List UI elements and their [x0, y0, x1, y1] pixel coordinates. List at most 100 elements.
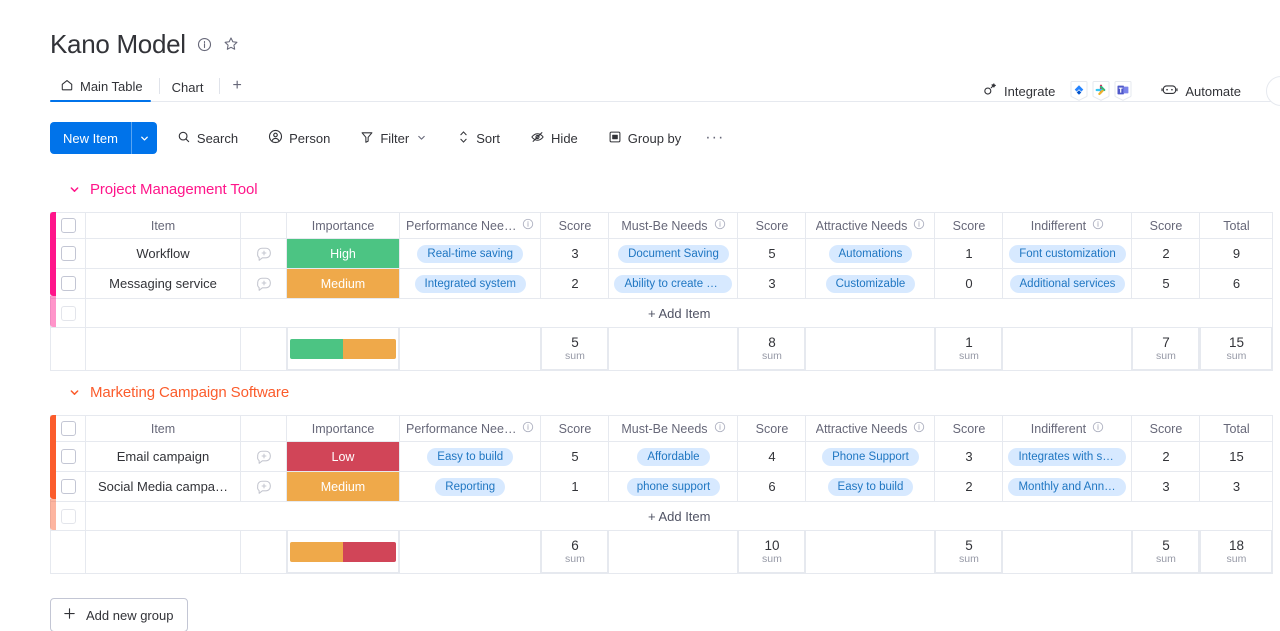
summary-score2[interactable]: 10 sum [737, 530, 807, 574]
more-options-button[interactable]: ··· [695, 127, 734, 149]
add-item-button[interactable]: + Add Item [84, 501, 1274, 531]
cell-item[interactable]: Messaging service [85, 268, 241, 299]
cell-score2[interactable]: 4 [737, 441, 807, 472]
summary-score1[interactable]: 5 sum [540, 327, 610, 371]
add-item-row[interactable]: + Add Item [50, 298, 1274, 328]
cell-item[interactable]: Social Media campa… [85, 471, 241, 502]
cell-importance[interactable]: Low [286, 441, 400, 472]
summary-score3[interactable]: 5 sum [934, 530, 1004, 574]
tab-chart[interactable]: Chart [162, 80, 218, 102]
cell-total[interactable]: 15 [1199, 441, 1274, 472]
cell-score2[interactable]: 6 [737, 471, 807, 502]
col-header-score2[interactable]: Score [737, 212, 807, 239]
cell-total[interactable]: 9 [1199, 238, 1274, 269]
col-header-total[interactable]: Total [1199, 212, 1274, 239]
info-icon[interactable] [913, 218, 925, 233]
slack-integration-icon[interactable] [1090, 79, 1112, 103]
col-header-mustbe[interactable]: Must-Be Needs [608, 212, 739, 239]
cell-score1[interactable]: 5 [540, 441, 610, 472]
teams-integration-icon[interactable] [1112, 79, 1134, 103]
summary-importance-battery[interactable] [286, 327, 400, 371]
summary-total[interactable]: 15 sum [1199, 327, 1274, 371]
cell-total[interactable]: 6 [1199, 268, 1274, 299]
col-header-attractive[interactable]: Attractive Needs [805, 415, 936, 442]
table-row[interactable]: Email campaign Low Easy to build 5 Affordabl… [50, 441, 1274, 472]
info-icon[interactable] [1092, 218, 1104, 233]
sort-button[interactable]: Sort [447, 124, 510, 153]
add-new-group-button[interactable]: Add new group [50, 598, 189, 631]
jira-integration-icon[interactable] [1068, 79, 1090, 103]
cell-mustbe[interactable]: phone support [608, 471, 739, 502]
info-icon[interactable] [913, 421, 925, 436]
cell-indifferent[interactable]: Integrates with softwar… [1002, 441, 1133, 472]
cell-mustbe[interactable]: Ability to create chan… [608, 268, 739, 299]
group-by-button[interactable]: Group by [598, 124, 691, 153]
summary-score3[interactable]: 1 sum [934, 327, 1004, 371]
chevron-down-icon[interactable] [416, 131, 427, 146]
cell-performance[interactable]: Real-time saving [398, 238, 542, 269]
cell-score1[interactable]: 3 [540, 238, 610, 269]
info-icon[interactable] [522, 218, 534, 233]
search-button[interactable]: Search [167, 124, 248, 153]
cell-performance[interactable]: Easy to build [398, 441, 542, 472]
info-icon[interactable] [714, 421, 726, 436]
select-all-checkbox[interactable] [60, 421, 76, 436]
row-checkbox[interactable] [60, 479, 76, 494]
cell-score4[interactable]: 5 [1131, 268, 1201, 299]
col-header-indifferent[interactable]: Indifferent [1002, 212, 1133, 239]
cell-score4[interactable]: 2 [1131, 238, 1201, 269]
automate-button[interactable]: Automate [1152, 77, 1250, 105]
avatar[interactable] [1266, 76, 1280, 106]
hide-button[interactable]: Hide [520, 124, 588, 153]
cell-attractive[interactable]: Easy to build [805, 471, 936, 502]
group-title[interactable]: Marketing Campaign Software [90, 384, 289, 401]
add-item-button[interactable]: + Add Item [84, 298, 1274, 328]
cell-score4[interactable]: 2 [1131, 441, 1201, 472]
col-header-score1[interactable]: Score [540, 212, 610, 239]
cell-importance[interactable]: Medium [286, 268, 400, 299]
cell-score1[interactable]: 2 [540, 268, 610, 299]
cell-importance[interactable]: Medium [286, 471, 400, 502]
col-header-importance[interactable]: Importance [286, 212, 400, 239]
col-header-updates[interactable] [240, 212, 287, 239]
table-row[interactable]: Social Media campa… Medium Reporting 1 phone… [50, 471, 1274, 502]
person-button[interactable]: Person [258, 123, 340, 153]
add-update-icon[interactable] [241, 448, 286, 466]
row-checkbox[interactable] [60, 449, 76, 464]
col-header-score4[interactable]: Score [1131, 212, 1201, 239]
col-header-item[interactable]: Item [85, 212, 241, 239]
cell-mustbe[interactable]: Affordable [608, 441, 739, 472]
col-header-importance[interactable]: Importance [286, 415, 400, 442]
col-header-performance[interactable]: Performance Nee… [398, 415, 542, 442]
cell-performance[interactable]: Reporting [398, 471, 542, 502]
cell-attractive[interactable]: Customizable [805, 268, 936, 299]
table-row[interactable]: Messaging service Medium Integrated system… [50, 268, 1274, 299]
col-header-mustbe[interactable]: Must-Be Needs [608, 415, 739, 442]
integrate-button[interactable]: Integrate [973, 77, 1064, 105]
star-icon[interactable] [223, 36, 239, 52]
add-update-icon[interactable] [241, 275, 286, 293]
cell-mustbe[interactable]: Document Saving [608, 238, 739, 269]
group-collapse-icon[interactable] [68, 386, 81, 399]
col-header-score1[interactable]: Score [540, 415, 610, 442]
cell-indifferent[interactable]: Additional services [1002, 268, 1133, 299]
info-icon[interactable] [714, 218, 726, 233]
filter-button[interactable]: Filter [350, 124, 437, 153]
cell-updates[interactable] [240, 268, 287, 299]
cell-score3[interactable]: 1 [934, 238, 1004, 269]
col-header-score2[interactable]: Score [737, 415, 807, 442]
col-header-updates[interactable] [240, 415, 287, 442]
cell-attractive[interactable]: Phone Support [805, 441, 936, 472]
summary-importance-battery[interactable] [286, 530, 400, 574]
add-update-icon[interactable] [241, 245, 286, 263]
summary-score4[interactable]: 5 sum [1131, 530, 1201, 574]
cell-score3[interactable]: 0 [934, 268, 1004, 299]
info-icon[interactable] [522, 421, 534, 436]
cell-indifferent[interactable]: Monthly and Annual pla… [1002, 471, 1133, 502]
summary-score2[interactable]: 8 sum [737, 327, 807, 371]
col-header-score4[interactable]: Score [1131, 415, 1201, 442]
cell-score2[interactable]: 3 [737, 268, 807, 299]
add-update-icon[interactable] [241, 478, 286, 496]
cell-importance[interactable]: High [286, 238, 400, 269]
col-header-indifferent[interactable]: Indifferent [1002, 415, 1133, 442]
